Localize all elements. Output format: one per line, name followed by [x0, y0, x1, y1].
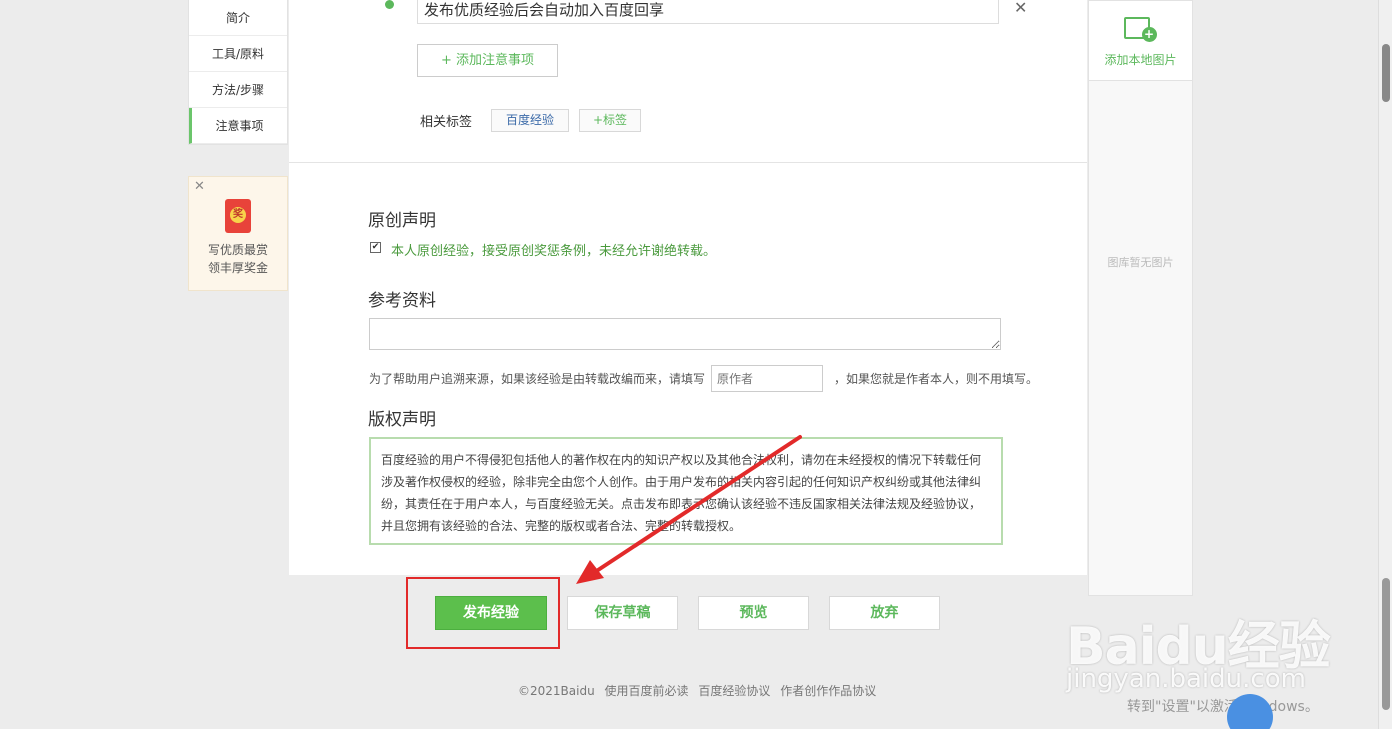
original-statement[interactable]: 本人原创经验，接受原创奖惩条例，未经允许谢绝转载。 [391, 240, 716, 259]
reward-badge: 奖 [230, 207, 246, 223]
close-icon[interactable]: ✕ [194, 179, 205, 194]
bullet-dot-icon [385, 0, 394, 9]
add-local-image-button[interactable]: + 添加本地图片 [1089, 1, 1192, 81]
image-library-panel: + 添加本地图片 图库暂无图片 [1088, 0, 1193, 596]
editor-panel: ✕ + 添加注意事项 相关标签 百度经验 +标签 原创声明 ✔ 本人原创经验，接… [289, 0, 1087, 575]
reference-title: 参考资料 [368, 291, 436, 311]
copyright-text: 百度经验的用户不得侵犯包括他人的著作权在内的知识产权以及其他合法权利，请勿在未经… [369, 437, 1003, 545]
step-nav: 简介 工具/原料 方法/步骤 注意事项 [188, 0, 288, 145]
nav-item-notes[interactable]: 注意事项 [189, 108, 287, 144]
original-title: 原创声明 [368, 211, 436, 231]
add-note-button[interactable]: + 添加注意事项 [417, 44, 558, 77]
nav-item-intro[interactable]: 简介 [189, 0, 287, 36]
scrollbar-thumb[interactable] [1382, 44, 1390, 102]
nav-item-tools[interactable]: 工具/原料 [189, 36, 287, 72]
add-image-label: 添加本地图片 [1104, 53, 1177, 67]
footer-link-must-read[interactable]: 使用百度前必读 [605, 684, 689, 698]
original-checkbox[interactable]: ✔ [370, 242, 381, 253]
reference-textarea[interactable] [369, 318, 1001, 350]
discard-button[interactable]: 放弃 [829, 596, 940, 630]
footer: ©2021Baidu 使用百度前必读 百度经验协议 作者创作作品协议 [518, 682, 882, 699]
add-image-icon: + [1123, 17, 1158, 43]
reference-hint-prefix: 为了帮助用户追溯来源，如果该经验是由转载改编而来，请填写 [369, 372, 706, 386]
tags-label: 相关标签 [420, 115, 473, 130]
footer-link-author-agreement[interactable]: 作者创作作品协议 [780, 684, 876, 698]
original-author-input[interactable] [711, 365, 823, 392]
red-envelope-icon: 奖 [225, 199, 251, 233]
page-scrollbar[interactable] [1378, 0, 1392, 729]
promo-line2: 领丰厚奖金 [207, 261, 268, 275]
remove-note-icon[interactable]: ✕ [1014, 0, 1027, 17]
add-tag-button[interactable]: +标签 [579, 109, 641, 132]
promo-text: 写优质最赏 领丰厚奖金 [189, 241, 287, 277]
promo-line1: 写优质最赏 [207, 243, 268, 257]
windows-activation-text: 转到"设置"以激活 Windows。 [1127, 699, 1319, 715]
watermark-url: jingyan.baidu.com [1066, 664, 1306, 694]
copyright-title: 版权声明 [368, 410, 436, 430]
reference-hint-suffix: ，如果您就是作者本人，则不用填写。 [834, 372, 1039, 386]
footer-link-agreement[interactable]: 百度经验协议 [698, 684, 770, 698]
empty-library-text: 图库暂无图片 [1107, 256, 1174, 269]
save-draft-button[interactable]: 保存草稿 [567, 596, 678, 630]
preview-button[interactable]: 预览 [698, 596, 809, 630]
scrollbar-thumb-secondary[interactable] [1382, 578, 1390, 710]
note-item-input[interactable] [417, 0, 999, 24]
notes-section: ✕ + 添加注意事项 相关标签 百度经验 +标签 [289, 0, 1087, 163]
publish-button[interactable]: 发布经验 [435, 596, 547, 630]
nav-item-steps[interactable]: 方法/步骤 [189, 72, 287, 108]
reward-promo-card[interactable]: ✕ 奖 写优质最赏 领丰厚奖金 [188, 176, 288, 291]
footer-copyright: ©2021Baidu [518, 684, 595, 698]
tag-item[interactable]: 百度经验 [491, 109, 569, 132]
